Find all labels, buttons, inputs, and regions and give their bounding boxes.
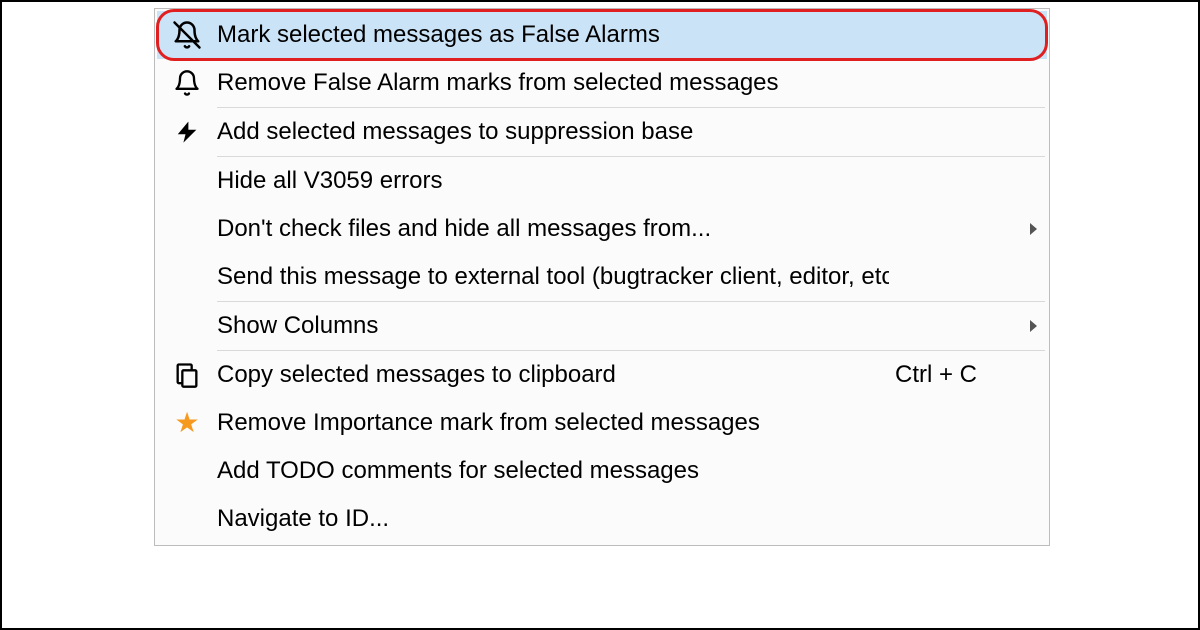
menu-item-navigate-id[interactable]: Navigate to ID... [157,495,1047,543]
submenu-arrow-slot [1019,320,1047,332]
chevron-right-icon [1030,320,1037,332]
menu-item-label: Add selected messages to suppression bas… [217,118,889,146]
chevron-right-icon [1030,223,1037,235]
menu-item-label: Remove Importance mark from selected mes… [217,409,889,437]
menu-item-show-columns[interactable]: Show Columns [157,302,1047,350]
menu-item-remove-importance[interactable]: ★ Remove Importance mark from selected m… [157,399,1047,447]
lightning-icon [157,118,217,146]
submenu-arrow-slot [1019,223,1047,235]
menu-item-hide-errors[interactable]: Hide all V3059 errors [157,157,1047,205]
menu-item-label: Hide all V3059 errors [217,167,889,195]
copy-icon [157,361,217,389]
menu-item-label: Don't check files and hide all messages … [217,215,889,243]
bell-icon [157,69,217,97]
menu-item-label: Remove False Alarm marks from selected m… [217,69,889,97]
menu-item-dont-check-files[interactable]: Don't check files and hide all messages … [157,205,1047,253]
menu-item-label: Mark selected messages as False Alarms [217,21,889,49]
menu-item-remove-false-alarm[interactable]: Remove False Alarm marks from selected m… [157,59,1047,107]
menu-item-copy-clipboard[interactable]: Copy selected messages to clipboard Ctrl… [157,351,1047,399]
menu-item-mark-false-alarms[interactable]: Mark selected messages as False Alarms [157,11,1047,59]
menu-item-shortcut: Ctrl + C [889,361,1019,389]
bell-slash-icon [157,20,217,50]
menu-item-add-todo[interactable]: Add TODO comments for selected messages [157,447,1047,495]
menu-item-label: Navigate to ID... [217,505,889,533]
menu-item-label: Add TODO comments for selected messages [217,457,889,485]
screenshot-frame: Mark selected messages as False Alarms R… [0,0,1200,630]
star-icon: ★ [157,409,217,437]
menu-item-label: Send this message to external tool (bugt… [217,263,889,291]
menu-item-add-suppression[interactable]: Add selected messages to suppression bas… [157,108,1047,156]
menu-item-label: Copy selected messages to clipboard [217,361,889,389]
menu-item-label: Show Columns [217,312,889,340]
menu-item-send-external-tool[interactable]: Send this message to external tool (bugt… [157,253,1047,301]
context-menu: Mark selected messages as False Alarms R… [154,8,1050,546]
